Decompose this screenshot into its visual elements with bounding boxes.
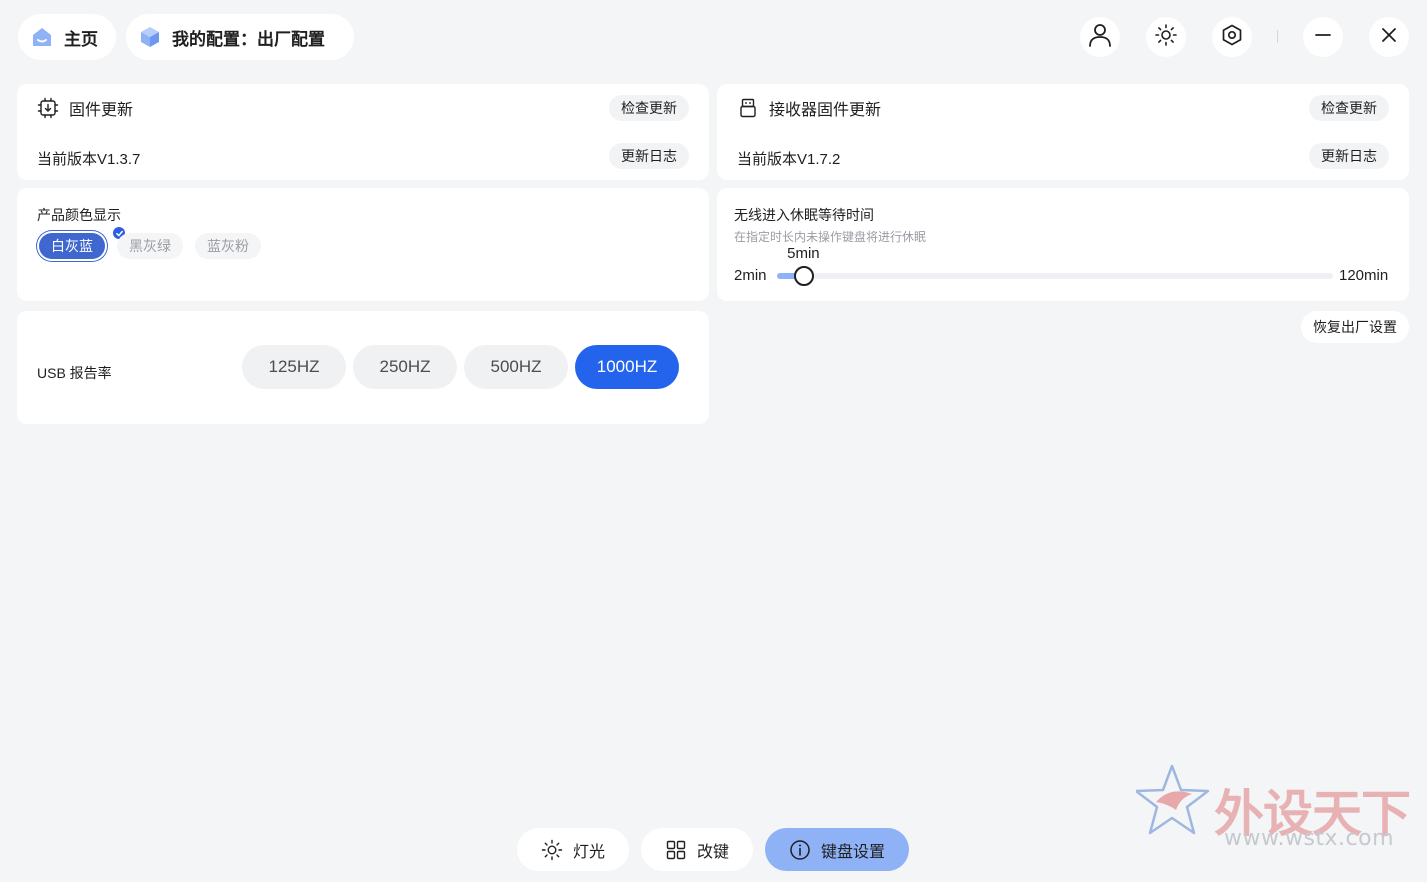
close-icon bbox=[1379, 25, 1399, 50]
rate-option-500hz[interactable]: 500HZ bbox=[464, 345, 568, 389]
usb-receiver-icon bbox=[737, 97, 759, 119]
settings-hex-icon bbox=[1220, 23, 1244, 52]
cube-icon bbox=[138, 25, 162, 49]
receiver-check-update-button[interactable]: 检查更新 bbox=[1309, 95, 1389, 121]
color-option-black-gray-green[interactable]: 黑灰绿 bbox=[117, 233, 183, 259]
rate-option-250hz[interactable]: 250HZ bbox=[353, 345, 457, 389]
product-color-card: 产品颜色显示 白灰蓝 黑灰绿 蓝灰粉 bbox=[17, 188, 709, 301]
home-button[interactable]: 主页 bbox=[18, 14, 116, 60]
settings-button[interactable] bbox=[1212, 17, 1252, 57]
firmware-changelog-button[interactable]: 更新日志 bbox=[609, 143, 689, 169]
close-button[interactable] bbox=[1369, 17, 1409, 57]
receiver-firmware-version: 当前版本V1.7.2 bbox=[737, 151, 841, 168]
sleep-title: 无线进入休眠等待时间 bbox=[734, 207, 874, 223]
tab-keyboard-settings[interactable]: 键盘设置 bbox=[765, 828, 909, 871]
sleep-value-label: 5min bbox=[787, 245, 820, 262]
receiver-changelog-button[interactable]: 更新日志 bbox=[1309, 143, 1389, 169]
rate-option-1000hz[interactable]: 1000HZ bbox=[575, 345, 679, 389]
brightness-button[interactable] bbox=[1146, 17, 1186, 57]
tab-keyboard-settings-label: 键盘设置 bbox=[820, 843, 885, 861]
user-button[interactable] bbox=[1080, 17, 1120, 57]
rate-option-125hz[interactable]: 125HZ bbox=[242, 345, 346, 389]
sleep-subtitle: 在指定时长内未操作键盘将进行休眠 bbox=[734, 230, 927, 244]
sleep-slider-track[interactable] bbox=[777, 273, 1333, 279]
sleep-max-label: 120min bbox=[1339, 267, 1389, 284]
firmware-title: 固件更新 bbox=[37, 96, 133, 120]
home-label: 主页 bbox=[64, 29, 98, 49]
color-option-blue-gray-pink[interactable]: 蓝灰粉 bbox=[195, 233, 261, 259]
firmware-version: 当前版本V1.3.7 bbox=[37, 151, 141, 168]
receiver-firmware-card: 接收器固件更新 检查更新 当前版本V1.7.2 更新日志 bbox=[717, 84, 1409, 180]
brightness-icon bbox=[1154, 23, 1178, 52]
firmware-check-update-button[interactable]: 检查更新 bbox=[609, 95, 689, 121]
keymap-grid-icon bbox=[665, 839, 687, 861]
product-color-title: 产品颜色显示 bbox=[37, 207, 121, 223]
watermark-star-logo bbox=[1136, 764, 1210, 835]
firmware-chip-icon bbox=[37, 97, 59, 119]
minimize-icon bbox=[1313, 25, 1333, 50]
user-icon bbox=[1087, 22, 1113, 53]
color-option-white-gray-blue[interactable]: 白灰蓝 bbox=[39, 233, 105, 259]
watermark-url: www.wstx.com bbox=[1224, 826, 1395, 851]
watermark: 外设天下 www.wstx.com bbox=[1136, 764, 1416, 859]
tab-lighting[interactable]: 灯光 bbox=[517, 828, 629, 871]
usb-report-rate-card: USB 报告率 125HZ 250HZ 500HZ 1000HZ bbox=[17, 311, 709, 424]
factory-reset-button[interactable]: 恢复出厂设置 bbox=[1301, 311, 1409, 343]
sleep-timer-card: 无线进入休眠等待时间 在指定时长内未操作键盘将进行休眠 5min 2min 12… bbox=[717, 188, 1409, 301]
receiver-firmware-title: 接收器固件更新 bbox=[737, 96, 881, 120]
toolbar-divider bbox=[1277, 30, 1278, 43]
firmware-card: 固件更新 检查更新 当前版本V1.3.7 更新日志 bbox=[17, 84, 709, 180]
sleep-min-label: 2min bbox=[734, 267, 767, 284]
tab-keymap-label: 改键 bbox=[696, 843, 729, 861]
info-icon bbox=[789, 839, 811, 861]
config-label: 我的配置：出厂配置 bbox=[172, 29, 325, 49]
light-icon bbox=[541, 839, 563, 861]
config-selector-button[interactable]: 我的配置：出厂配置 bbox=[126, 14, 354, 60]
usb-rate-label: USB 报告率 bbox=[37, 365, 112, 381]
tab-lighting-label: 灯光 bbox=[572, 843, 605, 861]
sleep-slider-thumb[interactable] bbox=[794, 266, 815, 286]
minimize-button[interactable] bbox=[1303, 17, 1343, 57]
home-icon bbox=[30, 25, 54, 49]
tab-keymap[interactable]: 改键 bbox=[641, 828, 753, 871]
